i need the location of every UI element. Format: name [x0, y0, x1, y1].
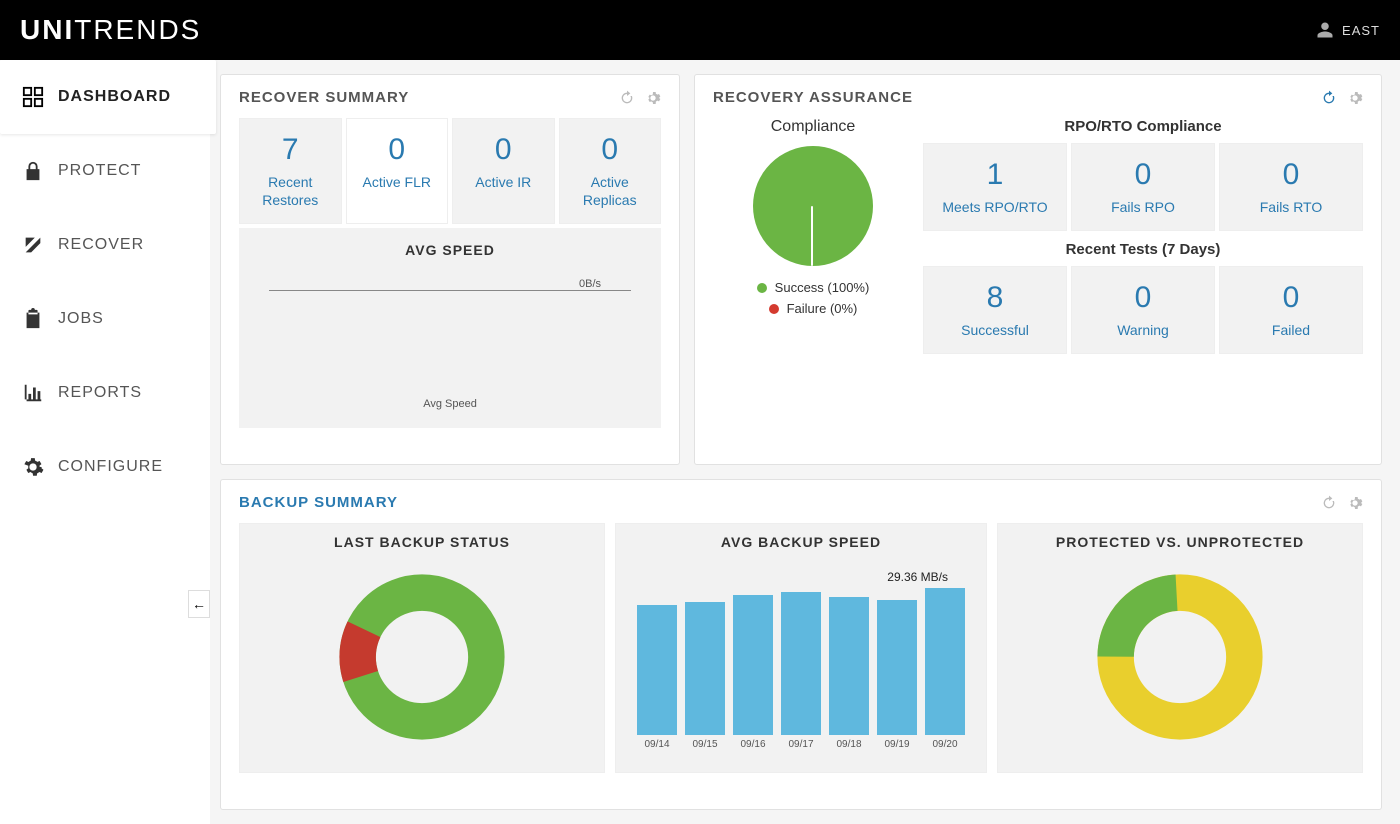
avg-backup-bar-chart: 29.36 MB/s 09/14 09/15 09/16 09/17 09/18… [626, 560, 976, 750]
refresh-icon[interactable] [619, 90, 635, 106]
sidebar-item-dashboard[interactable]: DASHBOARD [0, 60, 216, 134]
lock-icon [22, 160, 44, 182]
stat-fails-rto[interactable]: 0Fails RTO [1219, 143, 1363, 231]
brand-logo: UNITRENDS [20, 14, 201, 46]
card-title: BACKUP SUMMARY [239, 494, 398, 511]
stat-meets-rpo-rto[interactable]: 1Meets RPO/RTO [923, 143, 1067, 231]
dot-icon [757, 283, 767, 293]
panel-last-backup-status: LAST BACKUP STATUS [239, 523, 605, 773]
panel-avg-backup-speed: AVG BACKUP SPEED 29.36 MB/s 09/14 09/15 … [615, 523, 987, 773]
user-icon [1316, 21, 1334, 39]
legend-failure: Failure (0%) [713, 301, 913, 316]
last-backup-donut-chart [337, 572, 507, 742]
stat-failed[interactable]: 0Failed [1219, 266, 1363, 354]
arrow-up-left-icon [22, 234, 44, 256]
refresh-icon[interactable] [1321, 495, 1337, 511]
content: RECOVER SUMMARY 7 Recent Restores 0 Acti… [210, 60, 1400, 824]
stat-active-replicas[interactable]: 0 Active Replicas [559, 118, 662, 224]
speed-axis-line [269, 290, 631, 291]
stat-warning[interactable]: 0Warning [1071, 266, 1215, 354]
card-recovery-assurance: RECOVERY ASSURANCE Compliance Success (1… [694, 74, 1382, 465]
stat-active-flr[interactable]: 0 Active FLR [346, 118, 449, 224]
legend-success: Success (100%) [713, 280, 913, 295]
sidebar-item-reports[interactable]: REPORTS [0, 356, 210, 430]
sidebar-item-label: REPORTS [58, 384, 142, 402]
sidebar-item-label: JOBS [58, 310, 104, 328]
stat-fails-rpo[interactable]: 0Fails RPO [1071, 143, 1215, 231]
clipboard-icon [22, 308, 44, 330]
user-menu[interactable]: EAST [1316, 21, 1380, 39]
card-title: RECOVERY ASSURANCE [713, 89, 913, 106]
sidebar-item-label: DASHBOARD [58, 88, 171, 106]
stat-successful[interactable]: 8Successful [923, 266, 1067, 354]
refresh-icon[interactable] [1321, 90, 1337, 106]
sidebar-item-recover[interactable]: RECOVER [0, 208, 210, 282]
gear-icon[interactable] [1347, 495, 1363, 511]
user-name: EAST [1342, 23, 1380, 38]
panel-protected-vs-unprotected: PROTECTED VS. UNPROTECTED [997, 523, 1363, 773]
card-backup-summary: BACKUP SUMMARY LAST BACKUP STATUS AVG BA… [220, 479, 1382, 810]
card-title: RECOVER SUMMARY [239, 89, 409, 106]
sidebar-item-label: RECOVER [58, 236, 144, 254]
dot-icon [769, 304, 779, 314]
card-recover-summary: RECOVER SUMMARY 7 Recent Restores 0 Acti… [220, 74, 680, 465]
bar-chart-icon [22, 382, 44, 404]
grid-icon [22, 86, 44, 108]
avg-speed-panel: AVG SPEED 0B/s Avg Speed [239, 228, 661, 428]
sidebar-collapse-button[interactable]: ← [188, 590, 210, 618]
compliance-panel: Compliance Success (100%) Failure (0%) [713, 118, 913, 354]
sidebar-item-label: CONFIGURE [58, 458, 163, 476]
compliance-pie-chart [753, 146, 873, 266]
sidebar-item-configure[interactable]: CONFIGURE [0, 430, 210, 504]
sidebar-item-protect[interactable]: PROTECT [0, 134, 210, 208]
header: UNITRENDS EAST [0, 0, 1400, 60]
protected-donut-chart [1095, 572, 1265, 742]
stat-recent-restores[interactable]: 7 Recent Restores [239, 118, 342, 224]
sidebar-item-jobs[interactable]: JOBS [0, 282, 210, 356]
gear-icon [22, 456, 44, 478]
sidebar: DASHBOARD PROTECT RECOVER JOBS REPORTS C… [0, 60, 210, 824]
stat-active-ir[interactable]: 0 Active IR [452, 118, 555, 224]
sidebar-item-label: PROTECT [58, 162, 141, 180]
gear-icon[interactable] [645, 90, 661, 106]
gear-icon[interactable] [1347, 90, 1363, 106]
